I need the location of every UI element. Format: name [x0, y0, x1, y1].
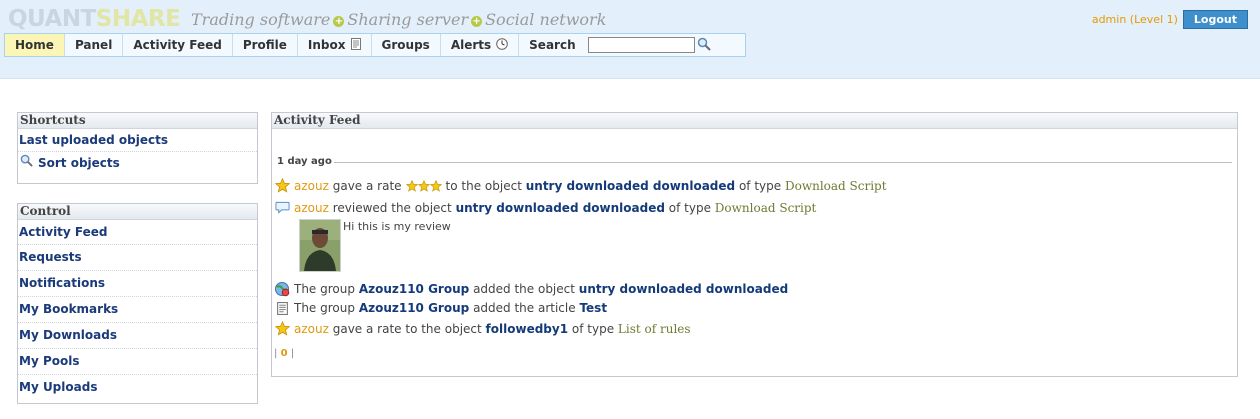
plus-icon: + — [333, 16, 345, 27]
control-notifications[interactable]: Notifications — [18, 271, 257, 297]
plus-icon: + — [471, 16, 483, 27]
magnifier-icon — [20, 152, 33, 174]
nav-alerts[interactable]: Alerts — [441, 34, 520, 56]
control-my-bookmarks[interactable]: My Bookmarks — [18, 297, 257, 323]
main-nav: Home Panel Activity Feed Profile Inbox G… — [4, 33, 746, 57]
feed-group-link[interactable]: Azouz110 Group — [359, 301, 469, 315]
feed-entry: The group Azouz110 Group added the objec… — [274, 281, 788, 297]
control-panel: Control Activity Feed Requests Notificat… — [17, 203, 258, 404]
feed-type-link[interactable]: List of rules — [618, 322, 691, 336]
control-title: Control — [18, 204, 257, 220]
group-icon — [274, 281, 290, 297]
rating-star-icon — [429, 179, 442, 192]
rating-star-icon — [417, 179, 430, 192]
document-icon — [350, 37, 361, 53]
feed-object-link[interactable]: Test — [579, 301, 607, 315]
feed-entry: azouz reviewed the object untry download… — [274, 201, 816, 215]
control-list: Activity Feed Requests Notifications My … — [18, 220, 257, 400]
nav-inbox[interactable]: Inbox — [298, 34, 372, 56]
comment-icon — [274, 201, 290, 215]
feed-entry: azouz gave a rate to the object untry do… — [274, 178, 887, 193]
nav-search: Search — [519, 34, 716, 56]
review-text: Hi this is my review — [343, 220, 451, 233]
rating-stars — [405, 179, 442, 192]
feed-user-link[interactable]: azouz — [294, 201, 329, 215]
clock-icon — [496, 37, 508, 53]
feed-pager: | 0 | — [274, 348, 295, 359]
user-account-link[interactable]: admin (Level 1) — [1092, 13, 1178, 26]
search-icon[interactable] — [697, 37, 711, 54]
feed-user-link[interactable]: azouz — [294, 322, 329, 336]
feed-divider — [334, 162, 1232, 163]
control-my-downloads[interactable]: My Downloads — [18, 323, 257, 349]
control-my-uploads[interactable]: My Uploads — [18, 375, 257, 400]
shortcut-sort-objects[interactable]: Sort objects — [18, 152, 257, 174]
feed-object-link[interactable]: untry downloaded downloaded — [456, 201, 665, 215]
feed-type-link[interactable]: Download Script — [715, 201, 817, 215]
nav-activity-feed[interactable]: Activity Feed — [123, 34, 233, 56]
site-logo[interactable]: QUANTSHARE — [8, 5, 181, 33]
feed-object-link[interactable]: untry downloaded downloaded — [526, 179, 735, 193]
nav-profile[interactable]: Profile — [233, 34, 298, 56]
star-icon — [274, 321, 290, 336]
feed-group-link[interactable]: Azouz110 Group — [359, 282, 469, 296]
user-area: admin (Level 1) Logout — [1092, 10, 1248, 29]
site-tagline: Trading software + Sharing server + Social n… — [191, 10, 607, 29]
star-icon — [274, 178, 290, 193]
shortcuts-list: Last uploaded objects Sort objects — [18, 129, 257, 174]
pager-page-link[interactable]: 0 — [281, 348, 288, 359]
article-icon — [274, 301, 290, 315]
feed-object-link[interactable]: untry downloaded downloaded — [579, 282, 788, 296]
feed-user-link[interactable]: azouz — [294, 179, 329, 193]
feed-date: 1 day ago — [277, 156, 332, 167]
logout-button[interactable]: Logout — [1182, 10, 1248, 29]
feed-entry: The group Azouz110 Group added the artic… — [274, 301, 607, 315]
shortcut-last-uploaded[interactable]: Last uploaded objects — [18, 129, 257, 152]
feed-type-link[interactable]: Download Script — [785, 179, 887, 193]
search-input[interactable] — [587, 37, 695, 53]
nav-groups[interactable]: Groups — [372, 34, 441, 56]
feed-entry: azouz gave a rate to the object followed… — [274, 321, 691, 336]
rating-star-icon — [405, 179, 418, 192]
control-requests[interactable]: Requests — [18, 245, 257, 271]
activity-feed-title: Activity Feed — [272, 113, 1237, 129]
control-activity-feed[interactable]: Activity Feed — [18, 220, 257, 245]
control-my-pools[interactable]: My Pools — [18, 349, 257, 375]
shortcuts-title: Shortcuts — [18, 113, 257, 129]
site-header: QUANTSHARE Trading software + Sharing serv… — [0, 0, 1260, 79]
feed-object-link[interactable]: followedby1 — [486, 322, 569, 336]
activity-feed-panel: Activity Feed 1 day ago azouz gave a rat… — [271, 112, 1238, 377]
reviewer-avatar[interactable] — [299, 219, 341, 272]
nav-home[interactable]: Home — [5, 34, 65, 56]
nav-panel[interactable]: Panel — [65, 34, 124, 56]
shortcuts-panel: Shortcuts Last uploaded objects Sort obj… — [17, 112, 258, 184]
